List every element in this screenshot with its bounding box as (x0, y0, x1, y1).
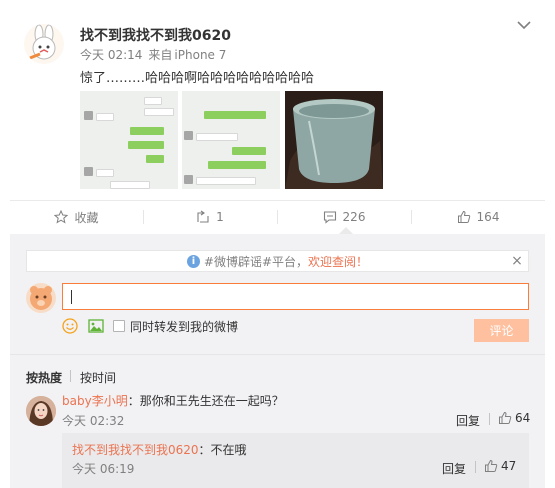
post-image-3[interactable] (285, 91, 383, 189)
comment-like-count: 64 (515, 411, 531, 425)
comment-count: 226 (342, 210, 366, 224)
sort-by-time[interactable]: 按时间 (80, 369, 116, 386)
forward-checkbox[interactable] (113, 320, 125, 332)
sort-divider (70, 370, 71, 382)
like-button[interactable]: 164 (411, 201, 545, 233)
favorite-label: 收藏 (74, 210, 99, 225)
comment-action-divider (489, 413, 490, 425)
comment-reply-button[interactable]: 回复 (456, 412, 480, 429)
reply-like-count: 47 (501, 459, 517, 473)
thumbs-up-icon (499, 411, 512, 424)
comment-text: baby李小明：那你和王先生还在一起吗？ (62, 392, 284, 409)
comment-body: ：那你和王先生还在一起吗？ (127, 394, 284, 408)
reply-body: ：不在哦 (198, 443, 247, 457)
comment-like-button[interactable]: 64 (498, 411, 530, 425)
chevron-down-icon[interactable] (515, 18, 533, 32)
emoji-icon[interactable] (62, 318, 78, 334)
reply-time: 今天 06:19 (72, 462, 135, 476)
repost-count: 1 (216, 210, 224, 224)
notice-link[interactable]: 欢迎查阅！ (308, 253, 368, 270)
my-avatar (26, 283, 56, 313)
commenter-avatar[interactable] (26, 396, 56, 426)
sort-by-hot[interactable]: 按热度 (26, 369, 62, 386)
comment-input[interactable] (62, 283, 529, 310)
post-action-bar: 收藏 1 226 164 (10, 200, 545, 232)
post-image-1[interactable] (80, 91, 178, 189)
picture-icon[interactable] (88, 318, 104, 334)
post-time[interactable]: 今天 02:14 (80, 48, 142, 62)
post-source[interactable]: iPhone 7 (174, 48, 226, 62)
forward-label[interactable]: 同时转发到我的微博 (130, 318, 238, 335)
star-icon (54, 210, 69, 224)
info-icon: i (186, 254, 200, 268)
post-source-prefix: 来自 (148, 48, 173, 62)
post-image-2[interactable] (182, 91, 280, 189)
divider (10, 354, 545, 355)
comment-icon (323, 211, 336, 224)
repost-icon (197, 210, 209, 223)
thumbs-up-icon (457, 210, 470, 223)
submit-comment-button[interactable]: 评论 (474, 319, 529, 342)
reply-like-button[interactable]: 47 (484, 459, 516, 473)
reply-reply-button[interactable]: 回复 (442, 460, 466, 477)
notice-prefix: #微博辟谣#平台， (203, 254, 309, 269)
post-text: 惊了………哈哈哈啊哈哈哈哈哈哈哈哈哈 (80, 71, 315, 86)
reply-author-name[interactable]: 找不到我找不到我0620 (72, 443, 199, 457)
like-count: 164 (476, 210, 500, 224)
repost-button[interactable]: 1 (143, 201, 277, 233)
commenter-name[interactable]: baby李小明 (62, 394, 128, 408)
thumbs-up-icon (485, 459, 498, 472)
author-name[interactable]: 找不到我找不到我0620 (80, 25, 231, 45)
reply-action-divider (475, 461, 476, 473)
author-avatar[interactable] (24, 24, 64, 64)
text-cursor (71, 290, 72, 304)
reply-text: 找不到我找不到我0620：不在哦 (72, 441, 247, 458)
post-meta: 今天 02:14 来自 iPhone 7 (80, 46, 232, 63)
rumor-notice[interactable]: i #微博辟谣#平台， 欢迎查阅！ (26, 250, 529, 272)
favorite-button[interactable]: 收藏 (10, 201, 143, 233)
comment-pointer (339, 227, 353, 234)
notice-close-icon[interactable]: × (510, 252, 524, 270)
comment-time: 今天 02:32 (62, 414, 125, 428)
